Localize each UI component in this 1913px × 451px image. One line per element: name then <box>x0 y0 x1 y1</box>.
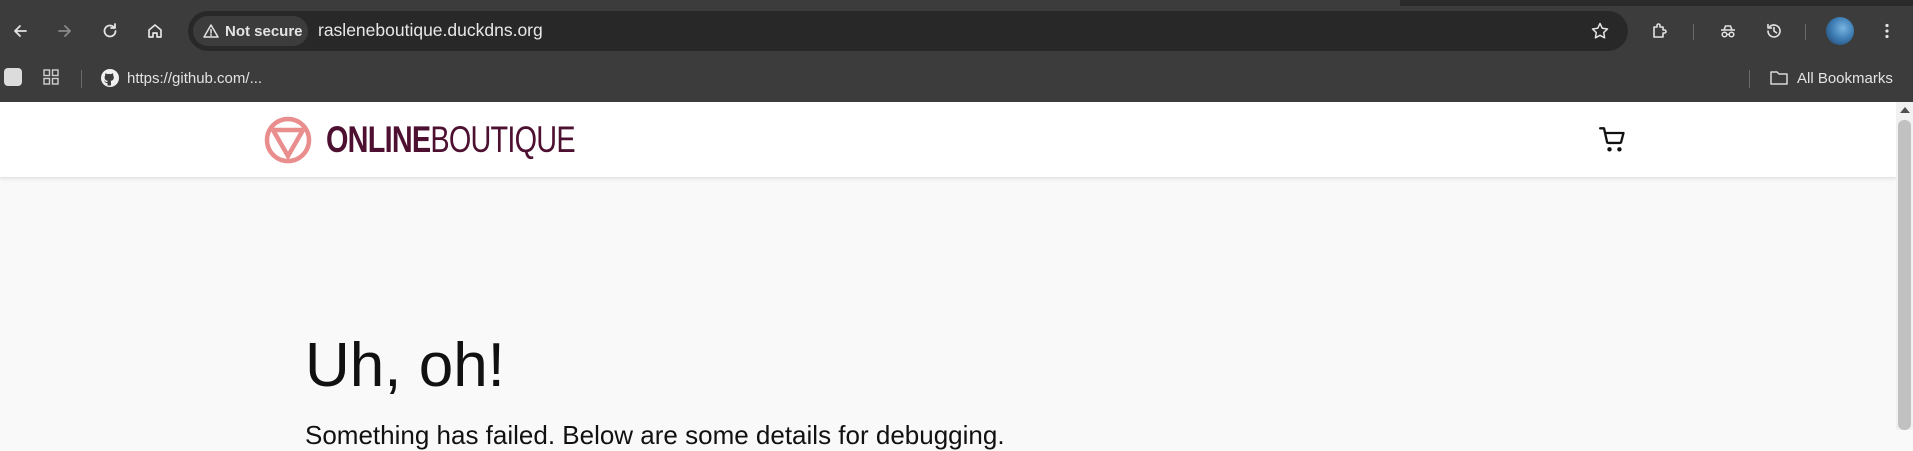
apps-grid-icon[interactable] <box>42 68 60 86</box>
incognito-icon <box>1721 25 1735 38</box>
home-button[interactable] <box>140 16 170 46</box>
bookmark-github[interactable]: https://github.com/... <box>100 68 262 88</box>
history-button[interactable] <box>1759 16 1789 46</box>
active-tab[interactable] <box>0 0 1400 6</box>
address-bar[interactable]: Not secure rasleneboutique.duckdns.org <box>188 11 1628 51</box>
browser-chrome: Not secure rasleneboutique.duckdns.org h… <box>0 0 1913 102</box>
error-message: Something has failed. Below are some det… <box>305 420 1005 450</box>
logo-word-online: ONLINE <box>326 119 431 160</box>
security-chip-label: Not secure <box>225 22 303 40</box>
extensions-button[interactable] <box>1645 16 1675 46</box>
history-icon <box>1767 23 1781 38</box>
tab-strip <box>0 0 1913 6</box>
reload-button[interactable] <box>95 16 125 46</box>
forward-icon <box>58 25 71 37</box>
toolbar-divider <box>1805 24 1806 40</box>
bookmarks-bar: https://github.com/... All Bookmarks <box>0 58 1913 102</box>
menu-icon <box>1885 23 1889 39</box>
logo-wordmark[interactable]: ONLINEBOUTIQUE <box>326 119 576 161</box>
github-icon <box>101 69 119 87</box>
forward-button[interactable] <box>50 16 80 46</box>
scrollbar-thumb[interactable] <box>1898 120 1911 430</box>
tab-group-icon[interactable] <box>4 68 22 86</box>
cart-icon[interactable] <box>1599 126 1627 154</box>
browser-toolbar: Not secure rasleneboutique.duckdns.org <box>0 8 1913 54</box>
avatar[interactable] <box>1826 17 1854 45</box>
incognito-button[interactable] <box>1713 16 1743 46</box>
menu-button[interactable] <box>1872 16 1902 46</box>
home-icon <box>148 24 162 38</box>
star-icon[interactable] <box>1590 21 1610 41</box>
back-icon <box>14 25 27 37</box>
warning-icon <box>203 24 219 38</box>
extensions-icon <box>1653 23 1667 38</box>
bookmark-label: https://github.com/... <box>127 69 263 87</box>
bookmarks-divider <box>81 70 82 88</box>
all-bookmarks-label: All Bookmarks <box>1797 69 1893 87</box>
site-header: ONLINEBOUTIQUE <box>0 102 1896 178</box>
logo-word-boutique: BOUTIQUE <box>430 119 575 160</box>
all-bookmarks-button[interactable]: All Bookmarks <box>1769 68 1893 88</box>
back-button[interactable] <box>5 16 35 46</box>
bookmarks-divider <box>1749 70 1750 88</box>
url-text[interactable]: rasleneboutique.duckdns.org <box>318 20 543 41</box>
vertical-scrollbar[interactable] <box>1896 102 1913 430</box>
reload-icon <box>103 23 117 38</box>
logo-mark-icon[interactable] <box>263 115 313 165</box>
page-content: ONLINEBOUTIQUE Uh, oh! Something has fai… <box>0 102 1896 450</box>
page-title: Uh, oh! <box>305 331 505 400</box>
folder-icon <box>1770 71 1788 85</box>
scroll-up-arrow-icon[interactable] <box>1900 107 1910 113</box>
toolbar-divider <box>1693 24 1694 40</box>
security-chip[interactable]: Not secure <box>193 16 308 46</box>
